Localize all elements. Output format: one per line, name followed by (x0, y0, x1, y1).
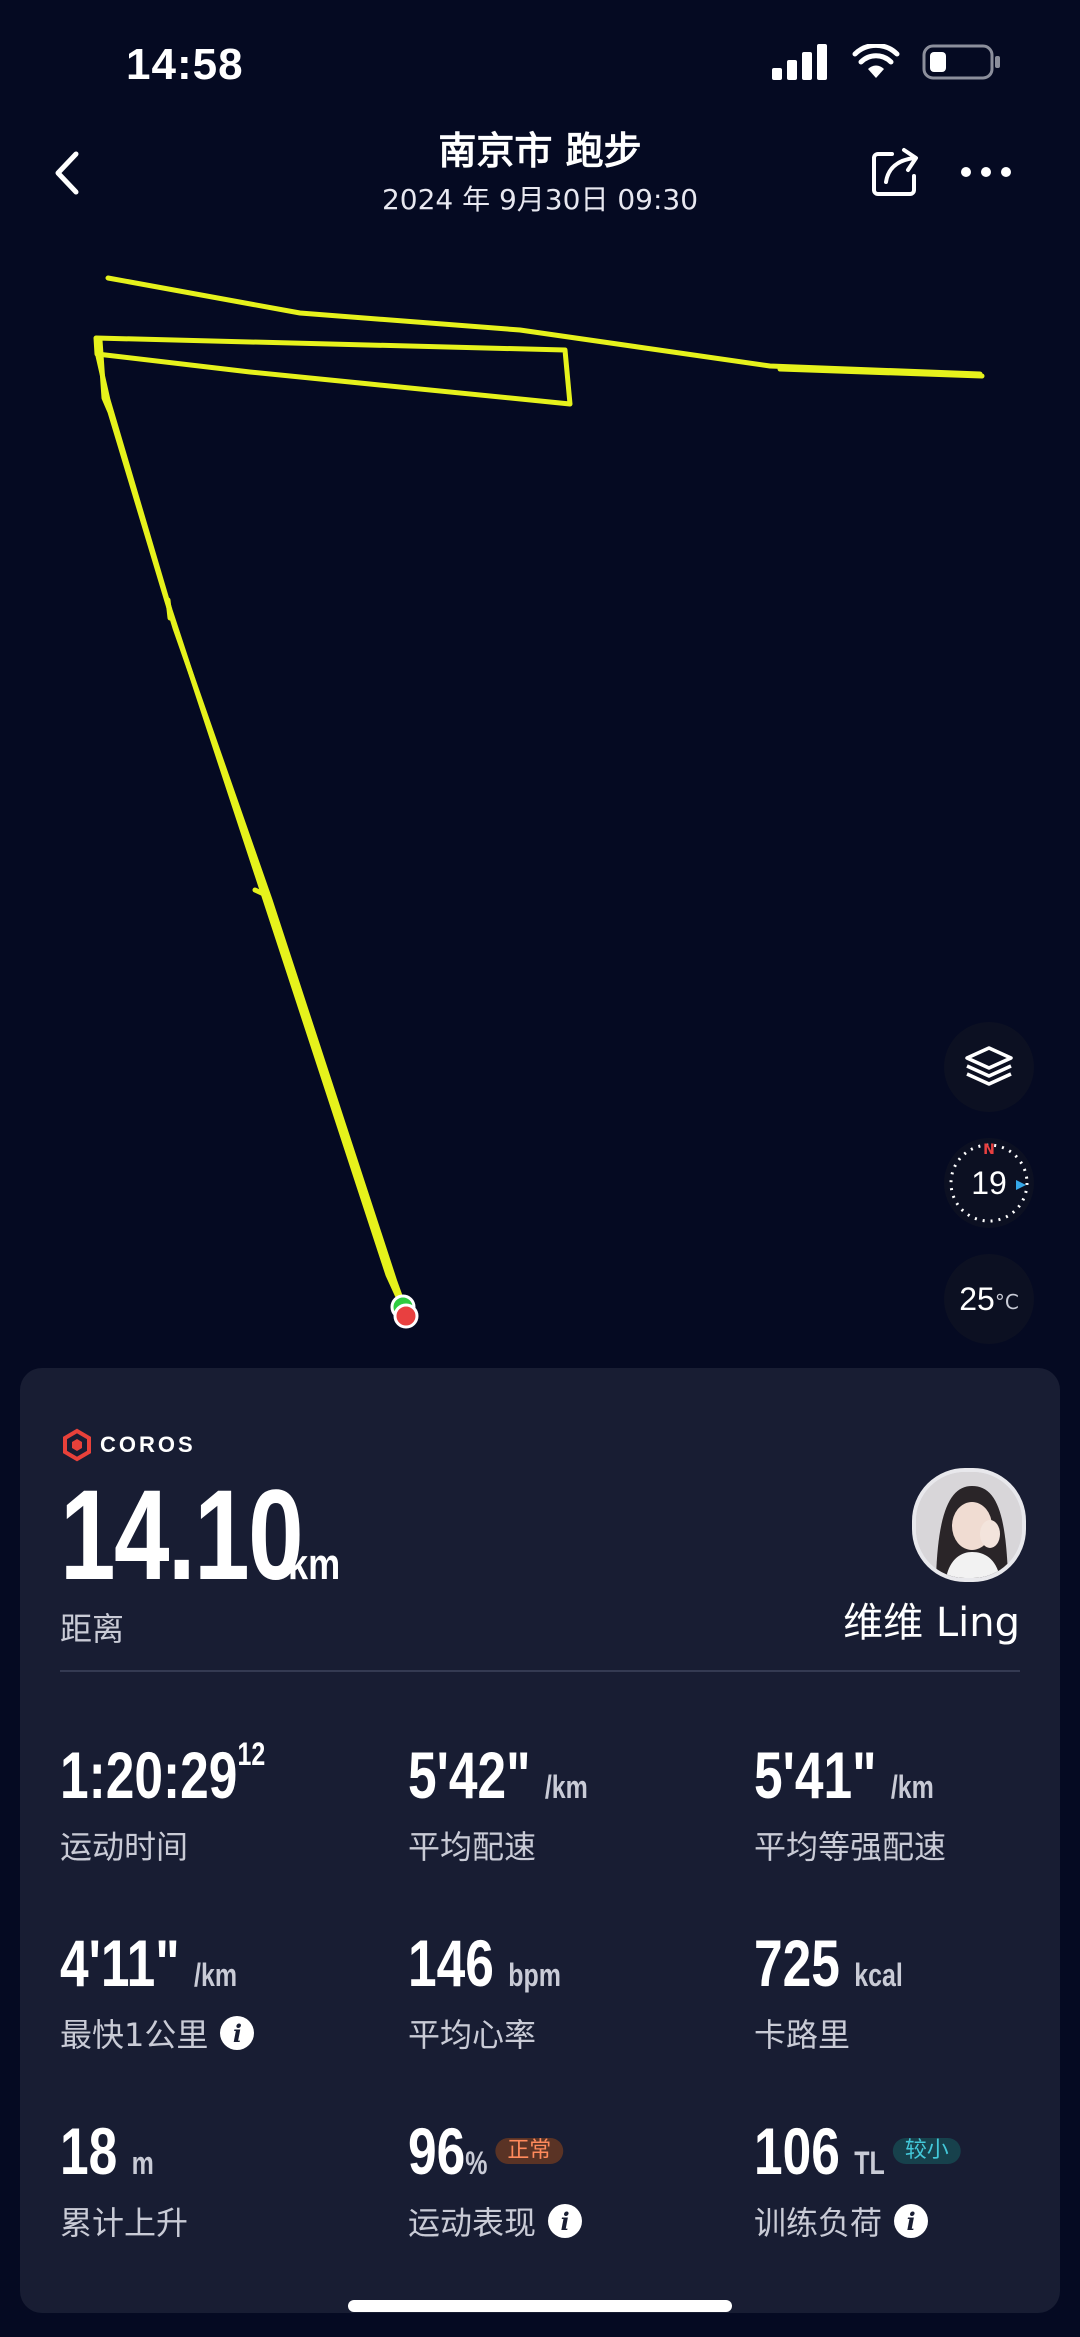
compass-value: 19 (971, 1164, 1007, 1201)
compass-north-label: N (983, 1142, 995, 1158)
stat-fastest-km-unit: /km (194, 1957, 238, 1993)
brand-logo: COROS (60, 1428, 196, 1462)
avatar[interactable] (912, 1468, 1026, 1582)
stat-elevation: 18 m 累计上升 (60, 2118, 188, 2244)
info-icon[interactable]: i (894, 2204, 929, 2238)
route-track (93, 275, 985, 1321)
share-icon[interactable] (870, 146, 922, 198)
distance-value: 14.10 (60, 1464, 304, 1607)
stat-grade-pace-label: 平均等强配速 (754, 1828, 947, 1866)
stat-avg-pace-unit: /km (544, 1769, 588, 1805)
stat-grade-pace: 5'41" /km 平均等强配速 (754, 1742, 985, 1868)
stat-elevation-value: 18 (60, 2114, 118, 2188)
status-badge-low: 较小 (892, 2137, 961, 2164)
stat-heart-rate: 146 bpm 平均心率 (408, 1930, 604, 2056)
temperature-unit: °C (994, 1290, 1019, 1314)
stat-avg-pace-label: 平均配速 (408, 1828, 537, 1866)
stat-heart-rate-label: 平均心率 (408, 2016, 537, 2054)
stat-heart-rate-unit: bpm (508, 1957, 561, 1993)
stat-fastest-km-value: 4'11" (60, 1926, 180, 2000)
stat-training-load: 106 TL 较小 训练负荷 i (754, 2118, 1000, 2244)
stat-performance-unit: % (465, 2145, 488, 2181)
route-map[interactable] (0, 250, 1080, 1370)
stat-calories-value: 725 (754, 1926, 840, 2000)
stat-training-load-value: 106 (754, 2114, 840, 2188)
stat-calories-unit: kcal (854, 1957, 903, 1993)
stat-avg-pace-value: 5'42" (408, 1738, 531, 1812)
more-icon[interactable] (958, 160, 1014, 184)
stat-training-load-unit: TL (854, 2145, 885, 2181)
weather-button[interactable]: 25 °C (944, 1254, 1034, 1344)
divider (60, 1670, 1020, 1672)
stat-performance-value: 96 (408, 2114, 466, 2188)
stat-training-load-label: 训练负荷 (754, 2204, 883, 2242)
brand-name: COROS (100, 1432, 196, 1457)
stat-elevation-label: 累计上升 (60, 2204, 189, 2242)
temperature-value: 25 (959, 1280, 995, 1317)
stat-performance-label: 运动表现 (408, 2204, 537, 2242)
info-icon[interactable]: i (548, 2204, 583, 2238)
stat-grade-pace-unit: /km (890, 1769, 934, 1805)
stat-calories-label: 卡路里 (754, 2016, 851, 2054)
user-name[interactable]: 维维 Ling (843, 1590, 1020, 1648)
stat-duration: 1:20:2912 运动时间 (60, 1738, 323, 1868)
distance-label: 距离 (60, 1610, 125, 1648)
status-icons (772, 44, 1002, 80)
stat-avg-pace: 5'42" /km 平均配速 (408, 1742, 639, 1868)
stat-fastest-km-label: 最快1公里 (60, 2016, 209, 2054)
stat-calories: 725 kcal 卡路里 (754, 1930, 945, 2056)
stat-fastest-km: 4'11" /km 最快1公里 i (60, 1930, 287, 2056)
stat-duration-label: 运动时间 (60, 1828, 189, 1866)
avatar-image (916, 1472, 1022, 1578)
stat-grade-pace-value: 5'41" (754, 1738, 877, 1812)
stat-duration-value: 1:20:29 (60, 1738, 238, 1812)
home-indicator[interactable] (348, 2300, 732, 2312)
signal-icon (772, 44, 827, 80)
stat-heart-rate-value: 146 (408, 1926, 494, 2000)
battery-icon (922, 44, 1000, 80)
wifi-icon (852, 44, 900, 78)
end-marker (393, 1303, 419, 1329)
stat-duration-sup: 12 (237, 1736, 266, 1772)
layers-icon (965, 1046, 1013, 1086)
layers-button[interactable] (944, 1022, 1034, 1112)
distance-unit: km (288, 1540, 341, 1589)
compass-button[interactable]: N 19 (944, 1138, 1034, 1228)
status-time: 14:58 (126, 40, 244, 89)
info-icon[interactable]: i (220, 2016, 255, 2050)
stat-performance: 96% 正常 运动表现 i (408, 2118, 588, 2244)
coros-logo-icon (63, 1428, 91, 1462)
status-badge-normal: 正常 (495, 2137, 564, 2164)
stat-elevation-unit: m (131, 2145, 154, 2181)
